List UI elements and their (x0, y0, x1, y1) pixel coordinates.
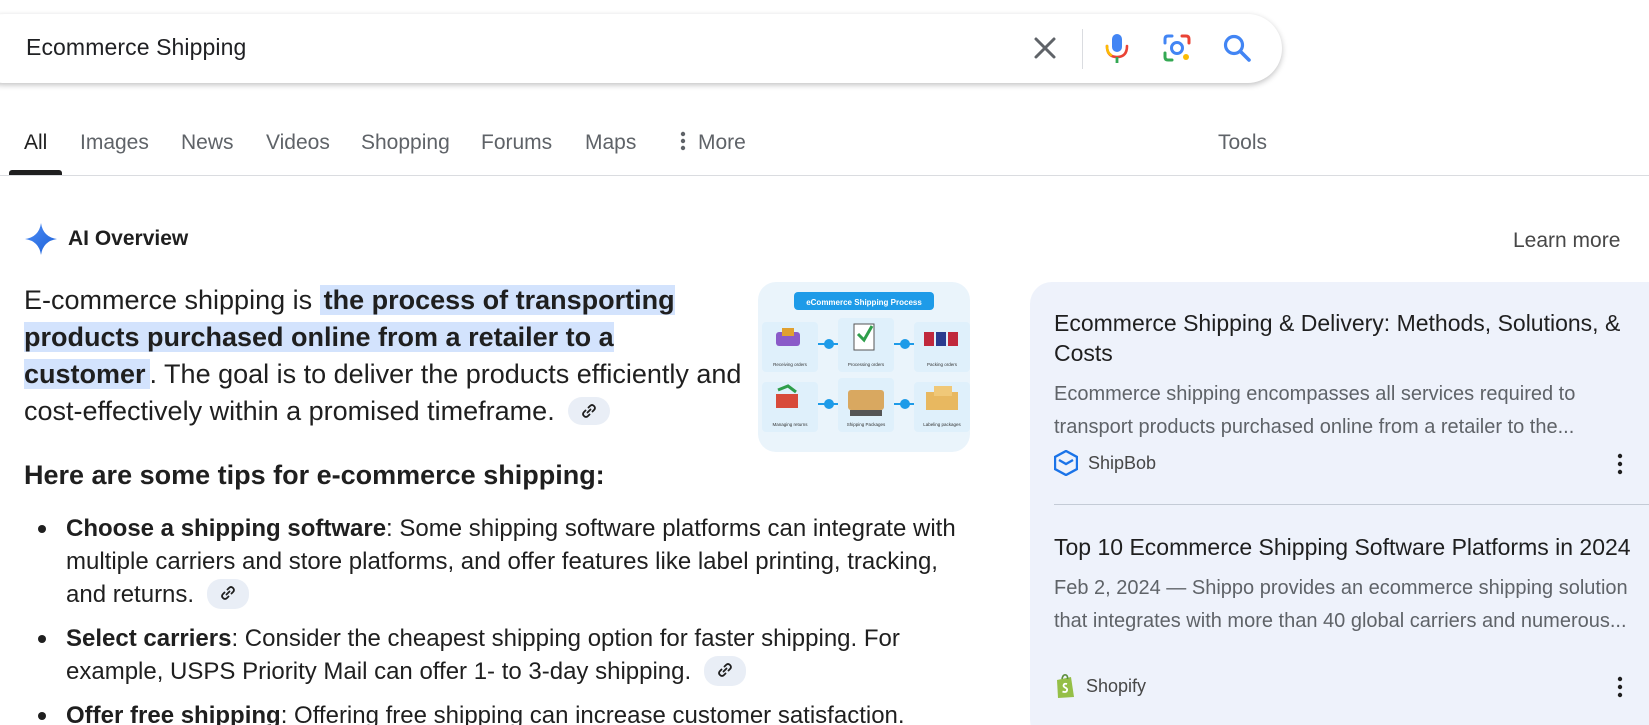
tab-forums[interactable]: Forums (481, 131, 552, 155)
link-icon (582, 403, 597, 418)
list-item: Choose a shipping software: Some shippin… (24, 512, 974, 611)
ai-overview-title: AI Overview (68, 227, 189, 250)
source-site-name: ShipBob (1088, 452, 1157, 473)
tip-text: : Offering free shipping can increase cu… (280, 702, 905, 725)
source-snippet: that integrates with more than 40 global… (1054, 610, 1627, 632)
step-label-3: Packing orders (927, 362, 958, 367)
source-snippet: transport products purchased online from… (1054, 416, 1575, 438)
step-label-2: Processing orders (848, 362, 885, 367)
search-bar: Ecommerce Shipping (0, 14, 1282, 83)
tips-heading: Here are some tips for e-commerce shippi… (24, 460, 605, 490)
tip-title: Choose a shipping software (66, 515, 387, 542)
gemini-sparkle-icon (25, 223, 57, 255)
step-label-4: Managing returns (772, 422, 808, 427)
step-label-1: Receiving orders (773, 362, 808, 367)
lens-icon[interactable] (1160, 31, 1194, 65)
citation-link-button[interactable] (568, 396, 611, 425)
tab-more-label: More (698, 131, 746, 154)
tab-videos[interactable]: Videos (266, 131, 330, 155)
shipping-process-diagram: eCommerce Shipping Process Receiving ord… (762, 292, 970, 432)
step-label-6: Labeling packages (923, 422, 961, 427)
tab-maps[interactable]: Maps (585, 131, 636, 155)
source-site-name: Shopify (1086, 675, 1147, 696)
tip-title: Select carriers (66, 625, 232, 652)
tab-news[interactable]: News (181, 131, 234, 155)
source-snippet: Feb 2, 2024 — Shippo provides an ecommer… (1054, 577, 1628, 599)
ai-overview-thumbnail[interactable]: eCommerce Shipping Process Receiving ord… (758, 282, 970, 452)
search-icon[interactable] (1220, 31, 1254, 65)
link-icon (220, 585, 235, 600)
close-icon[interactable] (1028, 31, 1062, 65)
source-card[interactable]: Top 10 Ecommerce Shipping Software Platf… (1054, 532, 1634, 638)
source-site[interactable]: ShipBob (1054, 450, 1156, 476)
more-vert-icon[interactable] (1610, 452, 1630, 476)
ai-overview-header: AI Overview (24, 222, 188, 256)
search-input[interactable]: Ecommerce Shipping (26, 34, 246, 61)
tip-title: Offer free shipping (66, 702, 281, 725)
more-vert-icon[interactable] (1610, 675, 1630, 699)
ai-answer-paragraph: E-commerce shipping is the process of tr… (24, 282, 744, 430)
source-card[interactable]: Ecommerce Shipping & Delivery: Methods, … (1054, 308, 1634, 444)
citation-link-button[interactable] (703, 655, 746, 686)
shopify-logo-icon (1057, 674, 1074, 698)
answer-prefix: E-commerce shipping is (24, 285, 320, 315)
tab-images[interactable]: Images (80, 131, 149, 155)
source-snippet: Ecommerce shipping encompasses all servi… (1054, 383, 1576, 405)
list-item: Select carriers: Consider the cheapest s… (24, 622, 974, 688)
tab-more[interactable]: More (680, 131, 746, 155)
thumbnail-banner: eCommerce Shipping Process (806, 298, 922, 307)
sources-panel: Ecommerce Shipping & Delivery: Methods, … (1030, 282, 1649, 725)
source-divider (1054, 504, 1649, 505)
tips-list: Choose a shipping software: Some shippin… (24, 512, 974, 725)
active-tab-indicator (9, 170, 62, 175)
link-icon (717, 662, 732, 677)
tab-all[interactable]: All (24, 131, 47, 155)
learn-more-link[interactable]: Learn more (1513, 229, 1620, 253)
step-label-5: Shipping Packages (847, 422, 886, 427)
microphone-icon[interactable] (1100, 31, 1134, 65)
source-title[interactable]: Ecommerce Shipping & Delivery: Methods, … (1054, 308, 1634, 368)
source-site[interactable]: Shopify (1054, 673, 1146, 699)
tools-button[interactable]: Tools (1218, 131, 1267, 155)
more-vert-icon (680, 132, 686, 151)
citation-link-button[interactable] (206, 578, 249, 609)
tab-shopping[interactable]: Shopping (361, 131, 450, 155)
search-divider (1082, 29, 1083, 69)
list-item: Offer free shipping: Offering free shipp… (24, 699, 974, 725)
shipbob-logo-icon (1054, 450, 1078, 476)
search-tabs: All Images News Videos Shopping Forums M… (0, 116, 1649, 176)
source-title[interactable]: Top 10 Ecommerce Shipping Software Platf… (1054, 532, 1634, 562)
